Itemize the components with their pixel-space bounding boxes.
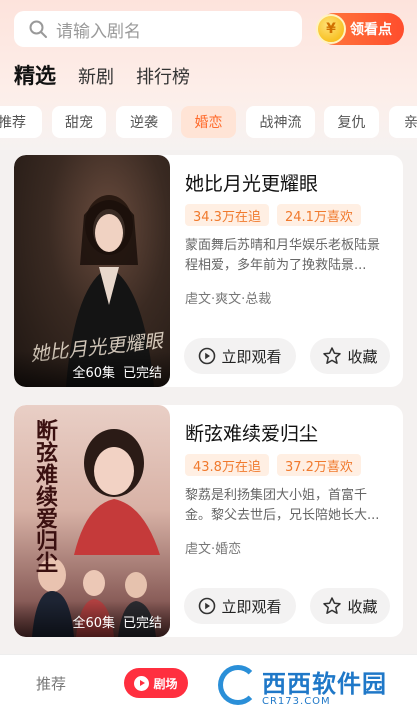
tab-new[interactable]: 新剧 <box>78 63 114 89</box>
drama-title[interactable]: 她比月光更耀眼 <box>185 169 318 196</box>
drama-card[interactable]: 她比月光更耀眼 全60集 已完结 她比月光更耀眼 34.3万在追 24.1万喜欢… <box>14 155 403 387</box>
site-watermark: 西西软件园 CR173.COM <box>218 664 414 707</box>
episode-count: 全60集 <box>72 366 115 381</box>
drama-description: 蒙面舞后苏晴和月华娱乐老板陆景程相爱，多年前为了挽救陆景... <box>185 238 381 273</box>
tab-featured[interactable]: 精选 <box>14 60 56 90</box>
completion-status: 已完结 <box>122 616 162 631</box>
watch-now-button[interactable]: 立即观看 <box>184 588 296 624</box>
watch-now-label: 立即观看 <box>221 597 282 616</box>
favorite-label: 收藏 <box>347 347 378 366</box>
watermark-url: CR173.COM <box>262 695 331 707</box>
favorite-label: 收藏 <box>347 597 378 616</box>
chip-revenge[interactable]: 复仇 <box>324 106 379 138</box>
drama-genre: 虐文·爽文·总裁 <box>185 292 272 307</box>
chip-war-god[interactable]: 战神流 <box>246 106 315 138</box>
watermark-name: 西西软件园 <box>262 669 387 698</box>
coin-icon: ¥ <box>316 14 346 44</box>
claim-points-label: 领看点 <box>350 22 392 38</box>
play-icon <box>134 675 150 691</box>
drama-title[interactable]: 断弦难续爱归尘 <box>185 419 318 446</box>
likes-count: 37.2万喜欢 <box>276 454 361 476</box>
chip-comeback[interactable]: 逆袭 <box>116 106 172 138</box>
nav-theater-label: 剧场 <box>153 676 178 691</box>
following-count: 43.8万在追 <box>185 454 269 476</box>
favorite-button[interactable]: 收藏 <box>310 588 390 624</box>
drama-card[interactable]: 断弦难续爱归尘 全60集 已完结 断弦难续爱归尘 43.8万在追 37.2万喜欢… <box>14 405 403 637</box>
poster-image[interactable]: 她比月光更耀眼 全60集 已完结 <box>14 155 170 387</box>
star-icon <box>323 597 342 614</box>
search-placeholder: 请输入剧名 <box>56 21 141 42</box>
nav-recommend[interactable]: 推荐 <box>36 673 66 694</box>
following-count: 34.3万在追 <box>185 204 269 226</box>
play-circle-icon <box>199 347 216 365</box>
tab-ranking[interactable]: 排行榜 <box>136 63 190 89</box>
poster-title: 断弦难续爱归尘 <box>32 419 57 573</box>
episode-count: 全60集 <box>72 616 115 631</box>
main-tabs: 精选 新剧 排行榜 <box>14 60 212 90</box>
drama-description: 黎荔是利扬集团大小姐，首富千金。黎父去世后，兄长陪她长大... <box>185 488 380 523</box>
play-circle-icon <box>199 597 216 615</box>
watermark-logo-icon <box>218 665 258 705</box>
stat-tags: 34.3万在追 24.1万喜欢 <box>185 204 361 226</box>
episode-badge: 全60集 已完结 <box>14 601 170 637</box>
nav-theater[interactable]: 剧场 <box>124 668 188 698</box>
poster-image[interactable]: 断弦难续爱归尘 全60集 已完结 <box>14 405 170 637</box>
drama-genre: 虐文·婚恋 <box>185 542 242 557</box>
claim-points-button[interactable]: ¥ 领看点 <box>316 13 404 45</box>
star-icon <box>323 347 342 364</box>
chip-sweet[interactable]: 甜宠 <box>52 106 106 138</box>
favorite-button[interactable]: 收藏 <box>310 338 390 374</box>
episode-badge: 全60集 已完结 <box>14 351 170 387</box>
watch-now-button[interactable]: 立即观看 <box>184 338 296 374</box>
stat-tags: 43.8万在追 37.2万喜欢 <box>185 454 361 476</box>
watch-now-label: 立即观看 <box>221 347 282 366</box>
genre-chips: 推荐 甜宠 逆袭 婚恋 战神流 复仇 亲 <box>0 106 417 138</box>
chip-marriage[interactable]: 婚恋 <box>181 106 236 138</box>
chip-family[interactable]: 亲 <box>389 106 417 138</box>
likes-count: 24.1万喜欢 <box>276 204 361 226</box>
search-bar[interactable]: 请输入剧名 <box>14 11 302 47</box>
completion-status: 已完结 <box>122 366 162 381</box>
chip-recommend[interactable]: 推荐 <box>0 106 42 138</box>
search-icon <box>29 20 47 38</box>
